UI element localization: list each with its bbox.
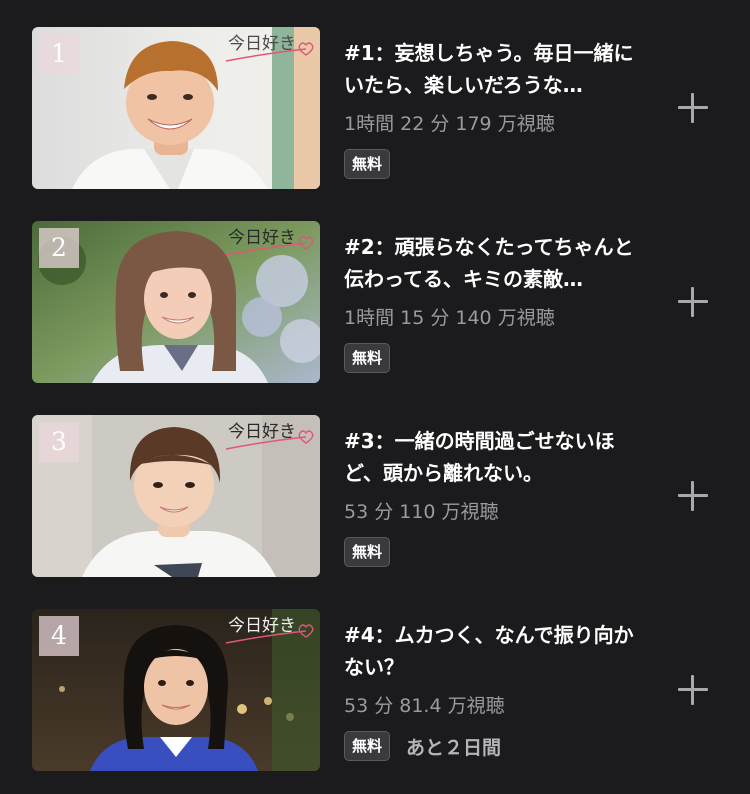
episode-number-badge: 3: [39, 422, 79, 462]
episode-title[interactable]: #4：ムカつく、なんで振り向かない？: [344, 619, 648, 683]
episode-tags: 無料: [344, 343, 391, 373]
episode-tags: 無料: [344, 537, 391, 567]
episode-title[interactable]: #1：妄想しちゃう。毎日一緒にいたら、楽しいだろうな…: [344, 37, 648, 101]
episode-item-3[interactable]: 3 今日好き #3：一緒の時間過ごせないほど、頭から離れない。 53 分 110…: [0, 415, 750, 577]
episode-number-badge: 1: [39, 34, 79, 74]
free-badge: 無料: [344, 343, 391, 373]
episode-item-4[interactable]: 4 今日好き #4：ムカつく、なんで振り向かない？ 53 分 81.4 万視聴 …: [0, 609, 750, 771]
episode-title[interactable]: #3：一緒の時間過ごせないほど、頭から離れない。: [344, 425, 648, 489]
episode-number-badge: 2: [39, 228, 79, 268]
episode-meta: 53 分 81.4 万視聴: [344, 695, 505, 717]
episode-title[interactable]: #2：頑張らなくたってちゃんと伝わってる、キミの素敵…: [344, 231, 648, 295]
add-button[interactable]: [676, 479, 710, 513]
remaining-days: あと２日間: [406, 736, 502, 759]
episode-thumbnail[interactable]: 2 今日好き: [32, 221, 320, 383]
free-badge: 無料: [344, 731, 391, 761]
program-logo-text: 今日好き: [228, 616, 296, 636]
add-button[interactable]: [676, 91, 710, 125]
free-badge: 無料: [344, 537, 391, 567]
episode-thumbnail[interactable]: 1 今日好き: [32, 27, 320, 189]
episode-meta: 53 分 110 万視聴: [344, 501, 499, 523]
program-logo-text: 今日好き: [228, 34, 296, 54]
episode-item-1[interactable]: 1 今日好き #1：妄想しちゃう。毎日一緒にいたら、楽しいだろうな… 1時間 2…: [0, 27, 750, 189]
add-button[interactable]: [676, 285, 710, 319]
program-logo-text: 今日好き: [228, 228, 296, 248]
episode-thumbnail[interactable]: 3 今日好き: [32, 415, 320, 577]
episode-meta: 1時間 22 分 179 万視聴: [344, 113, 555, 135]
episode-item-2[interactable]: 2 今日好き #2：頑張らなくたってちゃんと伝わってる、キミの素敵… 1時間 1…: [0, 221, 750, 383]
episode-meta: 1時間 15 分 140 万視聴: [344, 307, 555, 329]
episode-tags: 無料 あと２日間: [344, 731, 501, 761]
episode-number-badge: 4: [39, 616, 79, 656]
add-button[interactable]: [676, 673, 710, 707]
episode-tags: 無料: [344, 149, 391, 179]
free-badge: 無料: [344, 149, 391, 179]
episode-thumbnail[interactable]: 4 今日好き: [32, 609, 320, 771]
program-logo-text: 今日好き: [228, 422, 296, 442]
